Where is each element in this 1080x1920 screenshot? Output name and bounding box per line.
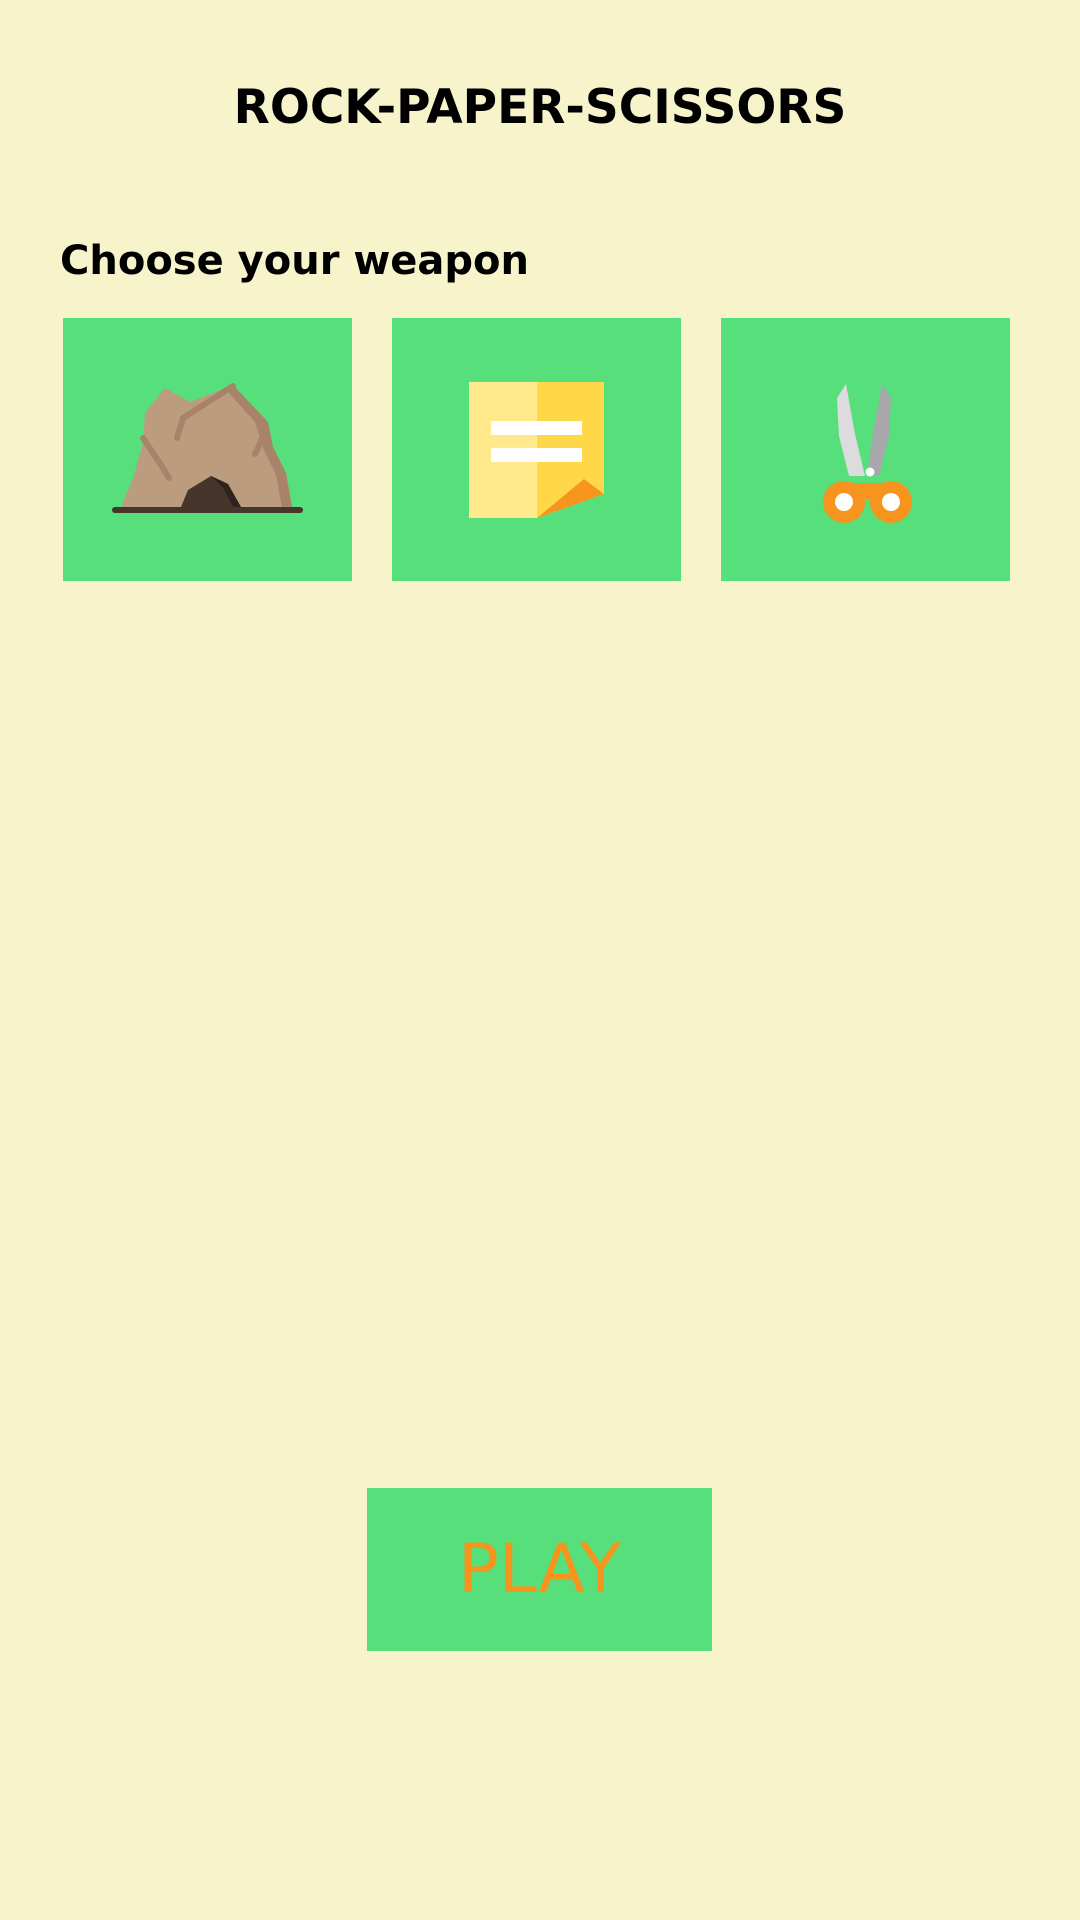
paper-icon [469, 382, 604, 518]
paper-button[interactable] [392, 318, 681, 581]
rock-icon [112, 383, 303, 513]
page-title: ROCK-PAPER-SCISSORS [233, 80, 847, 135]
choose-weapon-label: Choose your weapon [60, 238, 530, 284]
scissors-button[interactable] [721, 318, 1010, 581]
rock-button[interactable] [63, 318, 352, 581]
play-button[interactable]: PLAY [367, 1488, 712, 1651]
scissors-icon [823, 384, 912, 523]
